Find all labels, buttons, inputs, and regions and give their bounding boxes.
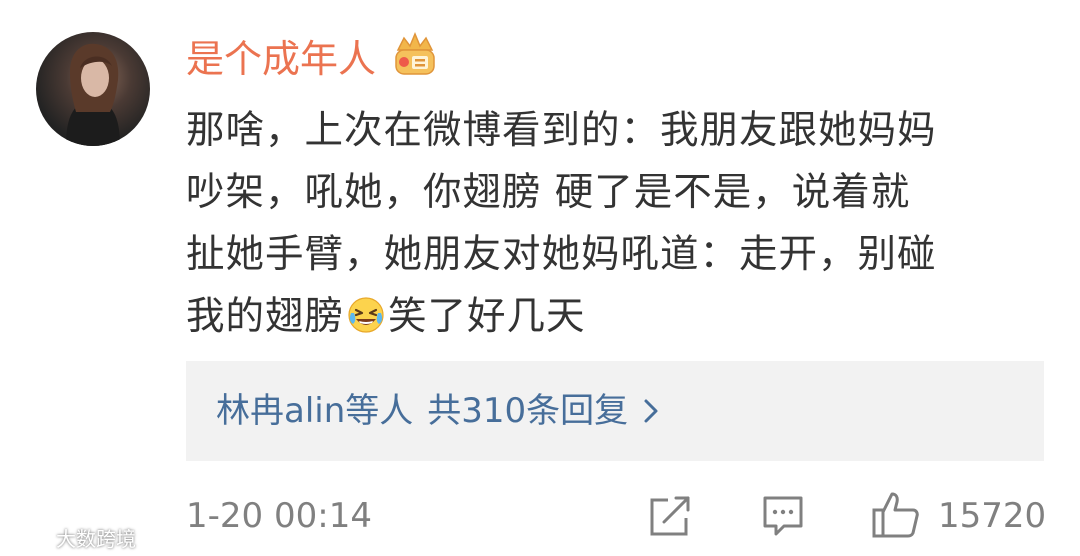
- reply-names[interactable]: 林冉alin等人: [216, 391, 413, 431]
- user-avatar[interactable]: [36, 32, 150, 146]
- like-count[interactable]: 15720: [938, 494, 1046, 538]
- comment-icon[interactable]: [760, 488, 806, 540]
- comment-line: 吵架，吼她，你翅膀 硬了是不是，说着就: [186, 170, 911, 215]
- vip-crown-icon[interactable]: [390, 30, 440, 80]
- comment-text: 那啥，上次在微博看到的：我朋友跟她妈妈 吵架，吼她，你翅膀 硬了是不是，说着就 …: [186, 100, 1066, 348]
- comment-timestamp: 1-20 00:14: [186, 496, 372, 536]
- view-replies-link[interactable]: 林冉alin等人 共310条回复: [216, 387, 660, 435]
- replies-preview[interactable]: 林冉alin等人 共310条回复: [186, 361, 1044, 461]
- watermark-logo-icon: [7, 524, 45, 547]
- chevron-right-icon: [644, 399, 658, 423]
- watermark: 大数跨境: [4, 522, 136, 552]
- comment-line: 扯她手臂，她朋友对她妈吼道：走开，别碰: [186, 232, 937, 277]
- comment-line: 我的翅膀 笑了好几天: [186, 286, 1066, 348]
- reply-count[interactable]: 共310条回复: [427, 391, 628, 431]
- comment-text-segment: 笑了好几天: [388, 294, 586, 339]
- comment-text-segment: 我的翅膀: [186, 294, 345, 339]
- comment-line: 那啥，上次在微博看到的：我朋友跟她妈妈: [186, 108, 937, 153]
- avatar-image: [66, 43, 120, 146]
- username[interactable]: 是个成年人: [186, 34, 376, 84]
- like-icon[interactable]: [870, 488, 922, 540]
- share-icon[interactable]: [646, 488, 692, 540]
- laughing-tears-emoji: [348, 297, 384, 333]
- watermark-text: 大数跨境: [56, 526, 136, 551]
